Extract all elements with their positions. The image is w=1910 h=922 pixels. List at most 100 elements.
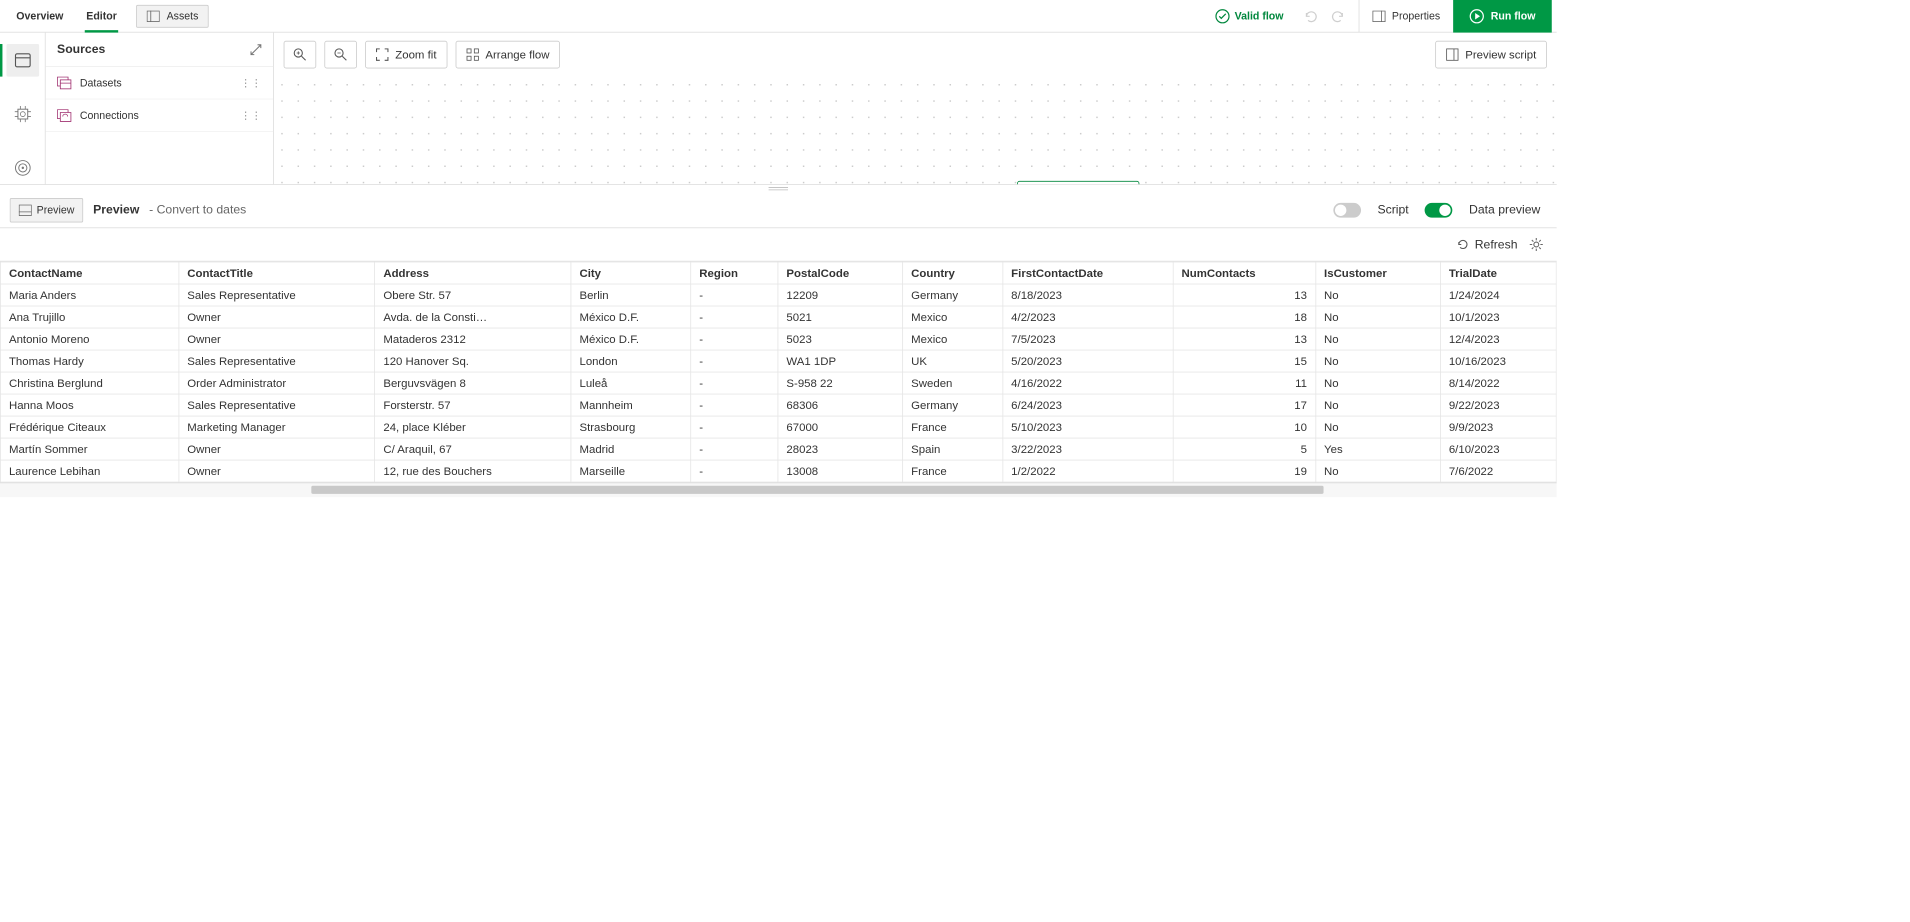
table-cell: Hanna Moos [0,394,178,416]
table-cell: - [691,350,778,372]
zoom-out-icon [334,48,347,61]
column-header[interactable]: IsCustomer [1315,262,1440,284]
run-flow-label: Run flow [1491,10,1536,22]
chip-icon [14,106,30,122]
expand-icon[interactable] [250,44,261,55]
preview-script-label: Preview script [1465,48,1536,61]
horizontal-scrollbar[interactable] [0,482,1557,497]
drag-handle-icon[interactable]: ⋮⋮ [240,76,261,89]
run-flow-button[interactable]: Run flow [1453,0,1552,32]
table-cell: Madrid [571,438,691,460]
tab-editor[interactable]: Editor [75,0,128,32]
tab-overview[interactable]: Overview [5,0,75,32]
assets-label: Assets [167,10,199,22]
sidebar-item-connections[interactable]: Connections ⋮⋮ [46,99,273,132]
properties-button[interactable]: Properties [1358,0,1453,32]
column-header[interactable]: ContactName [0,262,178,284]
table-cell: 5/20/2023 [1003,350,1173,372]
table-row: Martín SommerOwnerC/ Araquil, 67Madrid-2… [0,438,1556,460]
table-cell: 5021 [778,306,903,328]
table-cell: Sales Representative [179,284,375,306]
table-cell: No [1315,350,1440,372]
sidebar-item-datasets[interactable]: Datasets ⋮⋮ [46,67,273,100]
table-cell: 10 [1173,416,1316,438]
column-header[interactable]: Country [903,262,1003,284]
refresh-label: Refresh [1475,238,1518,252]
table-cell: 7/5/2023 [1003,328,1173,350]
node-prospect-training[interactable]: Prospect trainingData files target ⋮ OK [1017,181,1139,184]
panel-right-icon [1372,10,1385,21]
table-cell: Mexico [903,328,1003,350]
script-toggle[interactable] [1333,203,1361,218]
table-cell: 12/4/2023 [1440,328,1556,350]
table-cell: 5/10/2023 [1003,416,1173,438]
table-cell: - [691,284,778,306]
zoom-out-button[interactable] [324,41,357,69]
table-cell: - [691,394,778,416]
column-header[interactable]: Region [691,262,778,284]
zoom-fit-button[interactable]: Zoom fit [365,41,447,69]
table-row: Maria AndersSales RepresentativeObere St… [0,284,1556,306]
preview-script-button[interactable]: Preview script [1435,41,1547,69]
table-cell: - [691,416,778,438]
table-settings-button[interactable] [1529,237,1544,252]
zoom-in-icon [293,48,306,61]
table-cell: 4/16/2022 [1003,372,1173,394]
connections-label: Connections [80,109,232,121]
resize-handle[interactable] [0,184,1557,192]
table-cell: Laurence Lebihan [0,460,178,482]
table-cell: 18 [1173,306,1316,328]
table-row: Laurence LebihanOwner12, rue des Boucher… [0,460,1556,482]
table-cell: Avda. de la Consti… [375,306,571,328]
assets-button[interactable]: Assets [136,4,209,27]
zoom-in-button[interactable] [284,41,317,69]
table-cell: No [1315,328,1440,350]
table-cell: 15 [1173,350,1316,372]
database-icon [14,53,30,68]
column-header[interactable]: ContactTitle [179,262,375,284]
preview-toggle-button[interactable]: Preview [10,198,84,222]
table-cell: 17 [1173,394,1316,416]
table-cell: France [903,460,1003,482]
column-header[interactable]: City [571,262,691,284]
table-cell: Mannheim [571,394,691,416]
table-cell: - [691,372,778,394]
rail-targets[interactable] [6,152,39,185]
script-icon [1446,48,1459,61]
table-cell: 6/24/2023 [1003,394,1173,416]
column-header[interactable]: PostalCode [778,262,903,284]
table-cell: Order Administrator [179,372,375,394]
undo-icon [1303,9,1318,24]
table-cell: 28023 [778,438,903,460]
column-header[interactable]: NumContacts [1173,262,1316,284]
table-cell: London [571,350,691,372]
table-cell: Marketing Manager [179,416,375,438]
table-cell: - [691,306,778,328]
table-cell: Christina Berglund [0,372,178,394]
table-cell: 19 [1173,460,1316,482]
table-cell: Sales Representative [179,394,375,416]
column-header[interactable]: Address [375,262,571,284]
refresh-button[interactable]: Refresh [1457,238,1518,252]
preview-title: Preview [93,203,139,217]
table-cell: - [691,328,778,350]
drag-handle-icon[interactable]: ⋮⋮ [240,109,261,122]
table-cell: No [1315,416,1440,438]
table-cell: 67000 [778,416,903,438]
table-cell: 5 [1173,438,1316,460]
table-cell: 9/22/2023 [1440,394,1556,416]
table-cell: 24, place Kléber [375,416,571,438]
data-preview-toggle[interactable] [1425,203,1453,218]
table-cell: UK [903,350,1003,372]
redo-button[interactable] [1324,2,1352,30]
flow-canvas[interactable]: prospectsDataset source ⋮ OK Convert to … [274,77,1557,185]
undo-button[interactable] [1297,2,1325,30]
table-cell: Owner [179,438,375,460]
table-cell: Owner [179,328,375,350]
rail-sources[interactable] [6,44,39,77]
column-header[interactable]: TrialDate [1440,262,1556,284]
rail-processors[interactable] [6,98,39,131]
dataset-icon [57,76,72,89]
arrange-flow-button[interactable]: Arrange flow [455,41,560,69]
column-header[interactable]: FirstContactDate [1003,262,1173,284]
